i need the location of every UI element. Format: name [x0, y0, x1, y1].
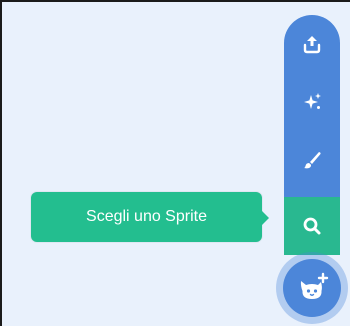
choose-sprite-search-button[interactable] [284, 197, 340, 255]
upload-icon [303, 36, 321, 54]
choose-sprite-button[interactable] [283, 259, 341, 317]
sprite-choose-menu [284, 15, 340, 255]
tooltip-arrow [261, 210, 269, 226]
cat-plus-icon [300, 272, 329, 299]
upload-sprite-button[interactable] [284, 15, 340, 73]
surprise-sprite-button[interactable] [284, 73, 340, 131]
choose-sprite-tooltip: Scegli uno Sprite [31, 192, 262, 242]
paint-sprite-button[interactable] [284, 131, 340, 189]
paintbrush-icon [304, 152, 321, 169]
tooltip-label: Scegli uno Sprite [86, 208, 207, 225]
sparkle-icon [304, 93, 321, 109]
search-icon [303, 217, 321, 235]
